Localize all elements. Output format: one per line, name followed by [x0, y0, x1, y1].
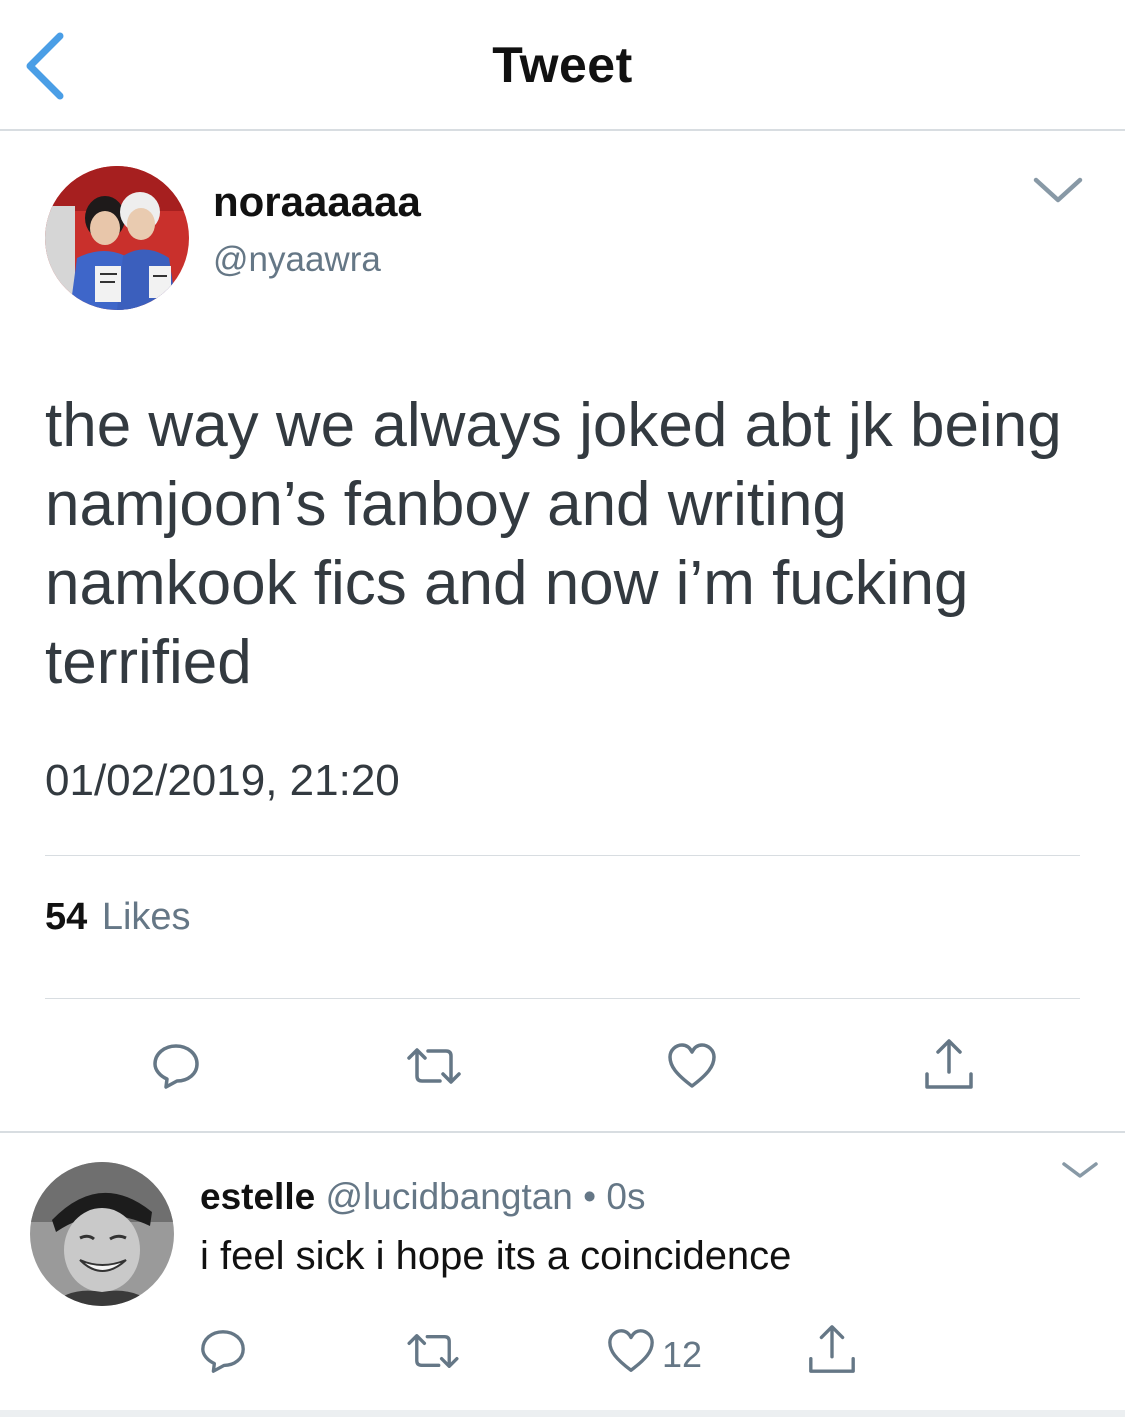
divider — [45, 855, 1080, 856]
reply-handle[interactable]: @lucidbangtan — [325, 1176, 572, 1217]
share-button[interactable] — [922, 1036, 976, 1092]
section-divider — [0, 1131, 1125, 1133]
reply-display-name[interactable]: estelle — [200, 1176, 315, 1217]
author-display-name[interactable]: noraaaaaa — [213, 178, 421, 226]
reply-time: 0s — [606, 1176, 646, 1217]
reply-text: i feel sick i hope its a coincidence — [200, 1234, 792, 1278]
share-icon — [925, 1039, 973, 1089]
reply-reply-button[interactable] — [198, 1326, 248, 1376]
tweet-timestamp: 01/02/2019, 21:20 — [45, 756, 400, 805]
reply-options-button[interactable] — [1058, 1158, 1102, 1182]
author-handle[interactable]: @nyaawra — [213, 240, 381, 280]
avatar-photo — [45, 166, 189, 310]
author-avatar[interactable] — [45, 166, 189, 310]
navigation-header: Tweet — [0, 0, 1125, 131]
heart-icon — [608, 1329, 654, 1372]
tweet-options-button[interactable] — [1030, 170, 1086, 210]
reply-retweet-button[interactable] — [404, 1330, 462, 1372]
likes-label: Likes — [101, 896, 191, 938]
reply-separator: • — [572, 1176, 607, 1217]
reply-icon — [153, 1044, 199, 1089]
heart-icon — [668, 1043, 716, 1088]
reply-icon — [201, 1330, 245, 1373]
retweet-button[interactable] — [404, 1044, 464, 1088]
likes-summary[interactable]: 54 Likes — [45, 896, 191, 939]
bottom-divider — [0, 1410, 1125, 1417]
reply-header: estelle @lucidbangtan • 0s — [200, 1176, 645, 1218]
retweet-icon — [407, 1048, 461, 1084]
reply-like-button[interactable] — [606, 1326, 656, 1376]
like-button[interactable] — [666, 1040, 718, 1092]
reply-author-avatar[interactable] — [30, 1162, 174, 1306]
chevron-down-icon — [1062, 1162, 1098, 1178]
chevron-down-icon — [1033, 177, 1083, 203]
share-icon — [809, 1325, 855, 1373]
reply-button[interactable] — [150, 1040, 202, 1092]
divider — [45, 998, 1080, 999]
reply-like-count: 12 — [662, 1334, 703, 1375]
avatar-photo — [30, 1162, 174, 1306]
tweet-text: the way we always joked abt jk being nam… — [45, 391, 1062, 697]
reply-share-button[interactable] — [806, 1322, 858, 1376]
likes-count: 54 — [45, 896, 88, 938]
page-title: Tweet — [492, 37, 633, 93]
retweet-icon — [407, 1334, 459, 1368]
